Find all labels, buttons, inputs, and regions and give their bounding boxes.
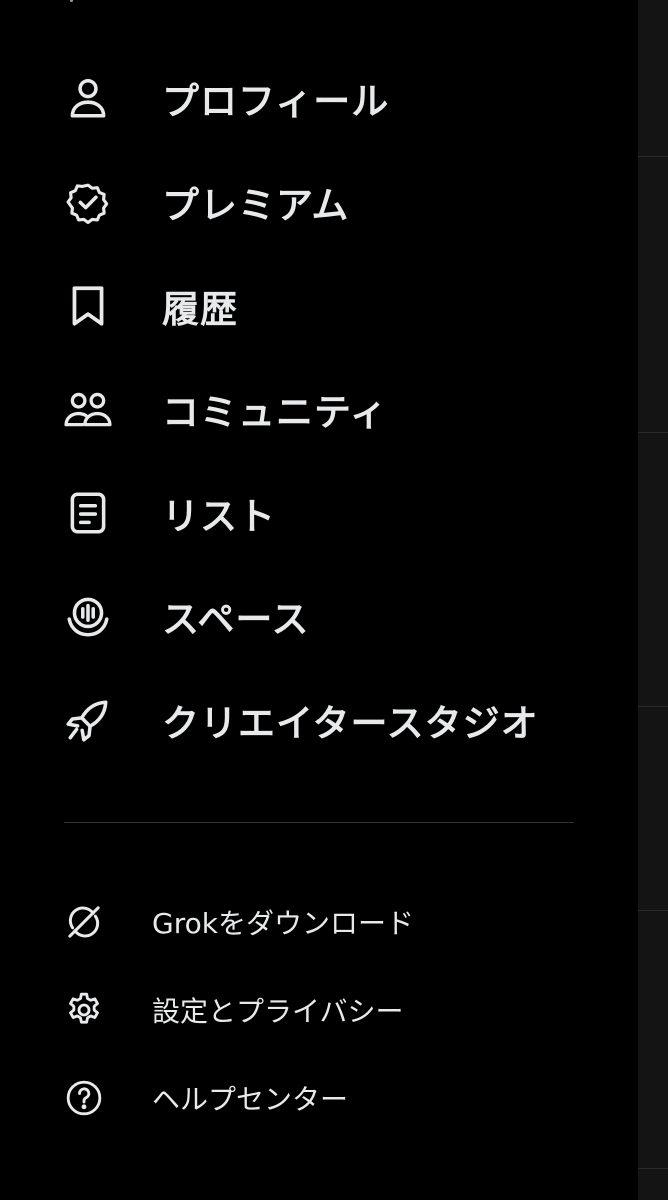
side-drawer: プロフィール プレミアム 履歴 コミュニティ リスト スペース クリエイタースタ… xyxy=(0,0,638,1200)
truncated-header-fragment xyxy=(70,0,73,2)
menu-item-history[interactable]: 履歴 xyxy=(60,270,600,342)
grok-icon xyxy=(60,898,108,946)
menu-item-lists[interactable]: リスト xyxy=(60,477,600,549)
menu-item-label: コミュニティ xyxy=(162,391,388,434)
menu-item-label: スペース xyxy=(162,598,310,641)
menu-item-label: 履歴 xyxy=(162,288,238,331)
menu-item-label: プレミアム xyxy=(162,184,350,227)
help-icon xyxy=(60,1074,108,1122)
menu-item-premium[interactable]: プレミアム xyxy=(60,166,600,238)
profile-icon xyxy=(60,70,116,126)
background-content-overlay[interactable] xyxy=(638,0,668,1200)
communities-icon xyxy=(60,381,116,437)
background-divider xyxy=(638,910,668,911)
menu-item-spaces[interactable]: スペース xyxy=(60,580,600,652)
menu-item-creator-studio[interactable]: クリエイタースタジオ xyxy=(60,684,600,756)
menu-item-label: リスト xyxy=(162,495,276,538)
verified-badge-icon xyxy=(60,174,116,230)
rocket-icon xyxy=(60,692,116,748)
background-divider xyxy=(638,706,668,707)
menu-item-profile[interactable]: プロフィール xyxy=(60,62,600,134)
background-divider xyxy=(638,1168,668,1169)
menu-item-help-center[interactable]: ヘルプセンター xyxy=(60,1068,600,1128)
menu-item-label: ヘルプセンター xyxy=(152,1083,349,1116)
menu-item-grok-download[interactable]: Grokをダウンロード xyxy=(60,892,600,952)
bookmark-icon xyxy=(60,278,116,334)
menu-item-label: 設定とプライバシー xyxy=(152,995,404,1028)
gear-icon xyxy=(60,986,108,1034)
background-divider xyxy=(638,432,668,433)
lists-icon xyxy=(60,485,116,541)
menu-item-label: プロフィール xyxy=(162,80,390,123)
menu-item-label: クリエイタースタジオ xyxy=(162,702,539,745)
spaces-icon xyxy=(60,588,116,644)
menu-item-communities[interactable]: コミュニティ xyxy=(60,373,600,445)
background-divider xyxy=(638,156,668,157)
section-divider xyxy=(64,822,574,823)
menu-item-settings[interactable]: 設定とプライバシー xyxy=(60,980,600,1040)
menu-item-label: Grokをダウンロード xyxy=(152,907,414,940)
